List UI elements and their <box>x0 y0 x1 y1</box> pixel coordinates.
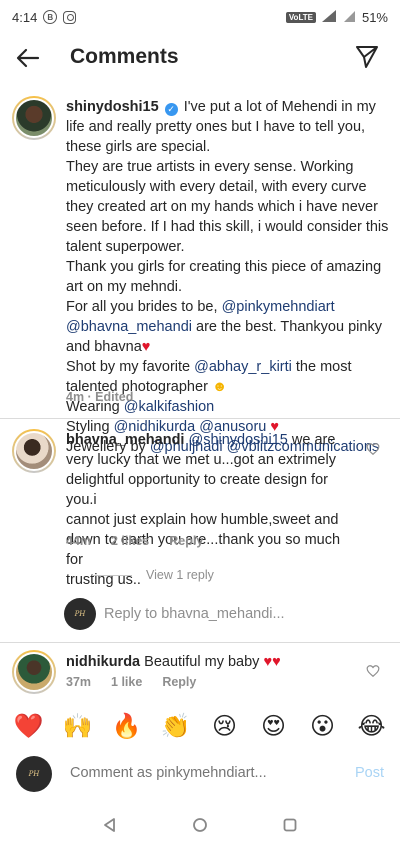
comment-text: the most <box>291 359 352 375</box>
heart-eyes-emoji-icon[interactable]: 😍 <box>256 712 292 740</box>
comment-text: life and really pretty ones but I have t… <box>66 119 366 135</box>
signal-icon <box>321 9 338 25</box>
nav-home-icon[interactable] <box>190 815 210 835</box>
mention-link[interactable]: @shinydoshi15 <box>188 432 287 448</box>
b-notification-icon: B <box>43 10 58 24</box>
comment-text: Thank you girls for creating this piece … <box>66 259 382 275</box>
like-heart-icon[interactable] <box>366 664 380 678</box>
comment-text: I've put a lot of Mehendi in my <box>183 99 376 115</box>
avatar[interactable] <box>12 96 56 140</box>
comment-meta: 44m 2 likes Reply <box>66 534 203 548</box>
avatar[interactable] <box>12 650 56 694</box>
likes-count-button[interactable]: 2 likes <box>111 534 149 548</box>
mention-link[interactable]: @pinkymehndiart <box>222 299 335 315</box>
comment-text: and bhavna <box>66 339 142 355</box>
status-time: 4:14 <box>12 9 38 25</box>
status-bar: 4:14 B VoLTE 51% <box>0 0 400 34</box>
heart-eyes-emoji-icon: ☻ <box>211 379 228 395</box>
battery-percent: 51% <box>361 9 388 25</box>
fire-emoji-icon[interactable]: 🔥 <box>109 712 145 740</box>
comment-text: very lucky that we met u...got an extrim… <box>66 452 336 468</box>
verified-badge-icon: ✓ <box>164 103 178 116</box>
comment-text: are the best. Thankyou pinky <box>191 319 382 335</box>
raised-hands-emoji-icon[interactable]: 🙌 <box>60 712 96 740</box>
heart-emoji-icon: ♥♥ <box>263 654 281 670</box>
heart-emoji-icon[interactable]: ❤️ <box>11 712 47 740</box>
divider <box>0 642 400 643</box>
comment-text: delightful opportunity to create design … <box>66 472 328 508</box>
view-replies-label: View 1 reply <box>146 568 214 582</box>
back-arrow-icon[interactable] <box>14 44 42 72</box>
crying-emoji-icon[interactable]: 😢 <box>207 712 243 740</box>
comment-text: cannot just explain how humble,sweet and <box>66 512 339 528</box>
reply-to-input[interactable]: Reply to bhavna_mehandi... <box>104 606 285 622</box>
mention-link[interactable]: @abhay_r_kirti <box>194 359 292 375</box>
like-heart-icon[interactable] <box>366 442 380 456</box>
nav-recents-icon[interactable] <box>280 815 300 835</box>
comment-time: 44m <box>66 534 92 548</box>
page-title: Comments <box>70 45 179 68</box>
mention-link[interactable]: @bhavna_mehandi <box>66 319 192 335</box>
comment-username[interactable]: bhavna_mehandi <box>66 432 184 448</box>
header: Comments <box>0 38 400 78</box>
laughing-emoji-icon[interactable]: 😂 <box>354 712 390 740</box>
divider <box>0 418 400 419</box>
comment-text: They are true artists in every sense. Wo… <box>66 159 354 175</box>
comment-time: 4m · Edited <box>66 390 134 404</box>
comment-text: talent superpower. <box>66 239 185 255</box>
comment-input-bar: PH Post <box>0 748 400 802</box>
view-replies-button[interactable]: View 1 reply <box>92 568 214 582</box>
comment-time: 37m <box>66 675 92 689</box>
comment-text: we are <box>287 432 336 448</box>
clap-emoji-icon[interactable]: 👏 <box>158 712 194 740</box>
system-nav-bar <box>0 806 400 844</box>
comment-username[interactable]: nidhikurda <box>66 654 140 670</box>
reply-button[interactable]: Reply <box>169 534 203 548</box>
comment-text: Shot by my favorite <box>66 359 195 375</box>
comment-text: meticulously with every detail, with eve… <box>66 179 367 195</box>
direct-send-icon[interactable] <box>354 44 382 72</box>
comment-item: bhavna_mehandi @shinydoshi15 we are very… <box>0 424 400 588</box>
mention-link[interactable]: @kalkifashion <box>124 399 214 415</box>
likes-count-button[interactable]: 1 like <box>111 675 142 689</box>
avatar[interactable] <box>12 429 56 473</box>
comment-username[interactable]: shinydoshi15 <box>66 99 159 115</box>
comment-text: For all you brides to be, <box>66 299 222 315</box>
comment-text: seen before. If I had this skill, i woul… <box>66 219 389 235</box>
nav-back-icon[interactable] <box>100 815 120 835</box>
heart-emoji-icon: ♥ <box>141 339 151 355</box>
comment-item: nidhikurda Beautiful my baby ♥♥ 37m 1 li… <box>0 648 400 698</box>
avatar: PH <box>16 756 52 792</box>
instagram-notification-icon <box>63 10 77 24</box>
comment-text: they created art on my hands which i hav… <box>66 199 378 215</box>
comment-body: nidhikurda Beautiful my baby ♥♥ <box>66 652 356 672</box>
avatar: PH <box>64 598 96 630</box>
divider <box>92 574 132 576</box>
comment-body: bhavna_mehandi @shinydoshi15 we are very… <box>66 430 356 590</box>
comment-input[interactable] <box>70 765 320 781</box>
caption-comment: shinydoshi15 ✓ I've put a lot of Mehendi… <box>0 92 400 455</box>
surprised-emoji-icon[interactable]: 😮 <box>305 712 341 740</box>
signal-x-icon <box>343 10 356 25</box>
comment-text: art on my mehndi. <box>66 279 183 295</box>
comment-meta: 4m · Edited <box>66 390 133 404</box>
emoji-quick-bar: ❤️ 🙌 🔥 👏 😢 😍 😮 😂 <box>0 706 400 746</box>
post-button[interactable]: Post <box>355 765 384 781</box>
comment-meta: 37m 1 like Reply <box>66 675 196 689</box>
reply-button[interactable]: Reply <box>162 675 196 689</box>
volte-badge: VoLTE <box>285 11 316 23</box>
comment-text: these girls are special. <box>66 139 211 155</box>
comment-text: Beautiful my baby <box>144 654 260 670</box>
